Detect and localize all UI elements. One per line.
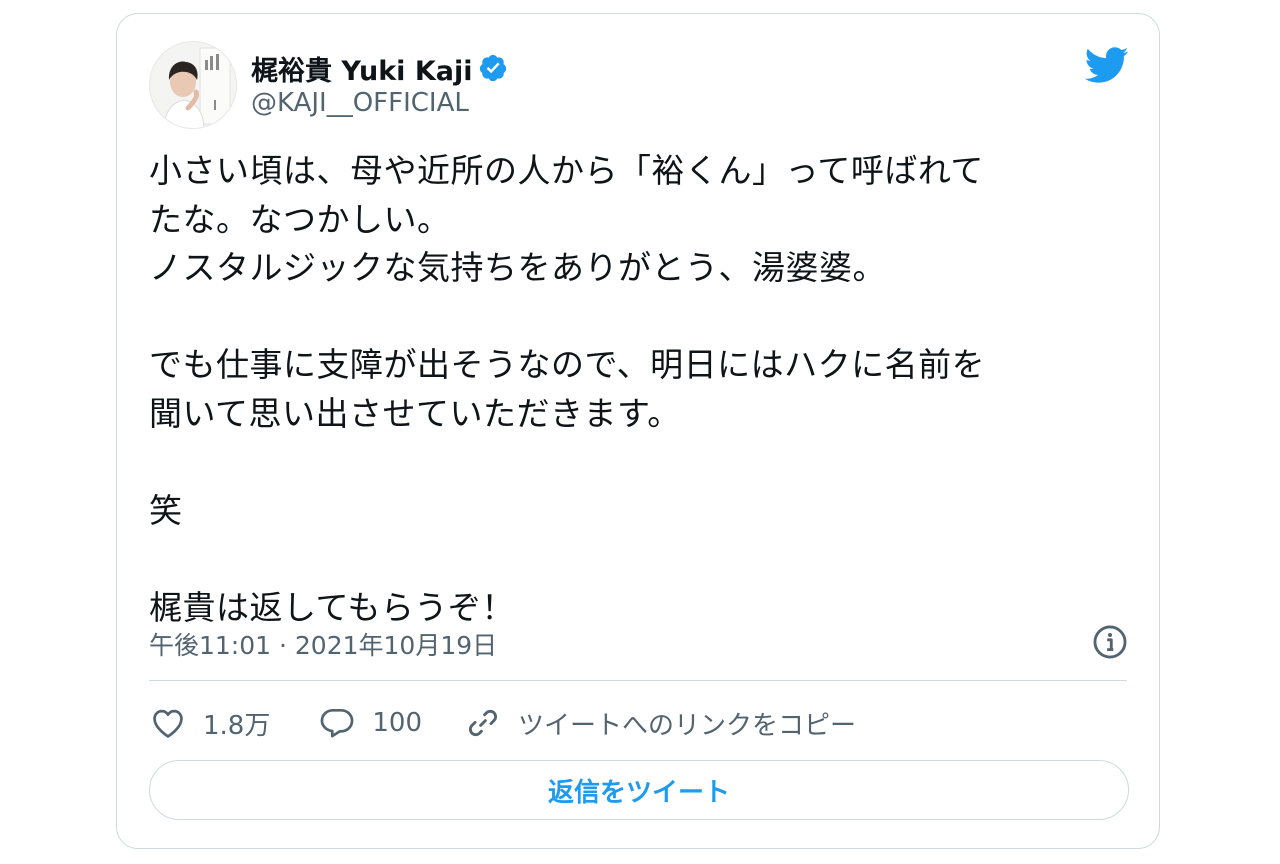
link-icon	[468, 709, 498, 737]
reply-bubble-icon	[320, 708, 354, 738]
tweet-card: 梶裕貴 Yuki Kaji @KAJI__OFFICIAL 小さい頃は、母や近所…	[116, 13, 1160, 849]
display-name[interactable]: 梶裕貴 Yuki Kaji	[251, 49, 472, 88]
info-icon[interactable]	[1091, 623, 1129, 661]
author-name-row[interactable]: 梶裕貴 Yuki Kaji	[251, 48, 508, 88]
user-handle[interactable]: @KAJI__OFFICIAL	[251, 88, 469, 118]
twitter-bird-icon[interactable]	[1083, 42, 1129, 88]
tweet-timestamp[interactable]: 午後11:01 · 2021年10月19日	[149, 626, 497, 662]
avatar[interactable]	[149, 41, 237, 129]
copy-link-label: ツイートへのリンクをコピー	[518, 710, 857, 741]
divider	[149, 680, 1127, 681]
tweet-text: 小さい頃は、母や近所の人から「裕くん」って呼ばれて たな。なつかしい。 ノスタル…	[149, 151, 986, 627]
reply-tweet-label: 返信をツイート	[547, 777, 730, 808]
copy-link-button[interactable]: ツイートへのリンクをコピー	[464, 704, 856, 742]
reply-button[interactable]: 100	[318, 704, 422, 742]
heart-icon	[153, 709, 183, 738]
reply-count: 100	[372, 708, 422, 738]
reply-tweet-button[interactable]: 返信をツイート	[149, 760, 1129, 820]
like-count: 1.8万	[203, 710, 271, 741]
tweet-actions: 1.8万 100 ツイートへのリンクをコピー	[149, 698, 856, 748]
like-button[interactable]: 1.8万	[149, 704, 270, 742]
verified-badge-icon	[480, 54, 507, 82]
avatar-image	[150, 42, 236, 128]
